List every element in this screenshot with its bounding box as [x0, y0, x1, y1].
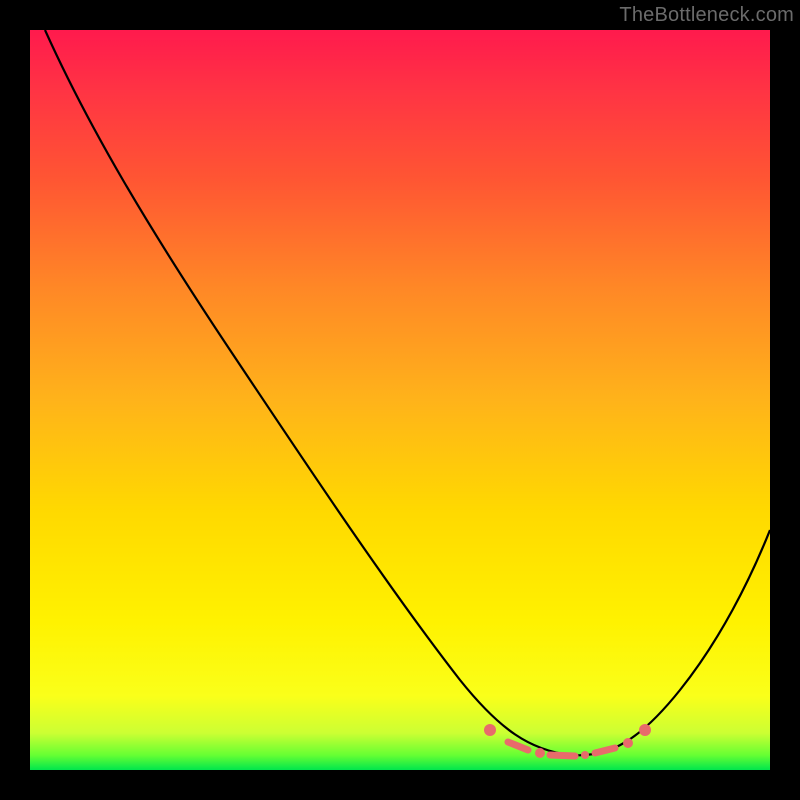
marker-dot [535, 748, 545, 758]
marker-dot [484, 724, 496, 736]
chart-frame: TheBottleneck.com [0, 0, 800, 800]
marker-dot [623, 738, 633, 748]
plot-area [30, 30, 770, 770]
marker-dash [595, 748, 615, 753]
marker-dash [508, 742, 528, 750]
marker-dash [550, 755, 575, 756]
bottleneck-curve [45, 30, 770, 755]
marker-dot [581, 751, 589, 759]
marker-dot [639, 724, 651, 736]
watermark-text: TheBottleneck.com [619, 4, 794, 27]
chart-svg [30, 30, 770, 770]
